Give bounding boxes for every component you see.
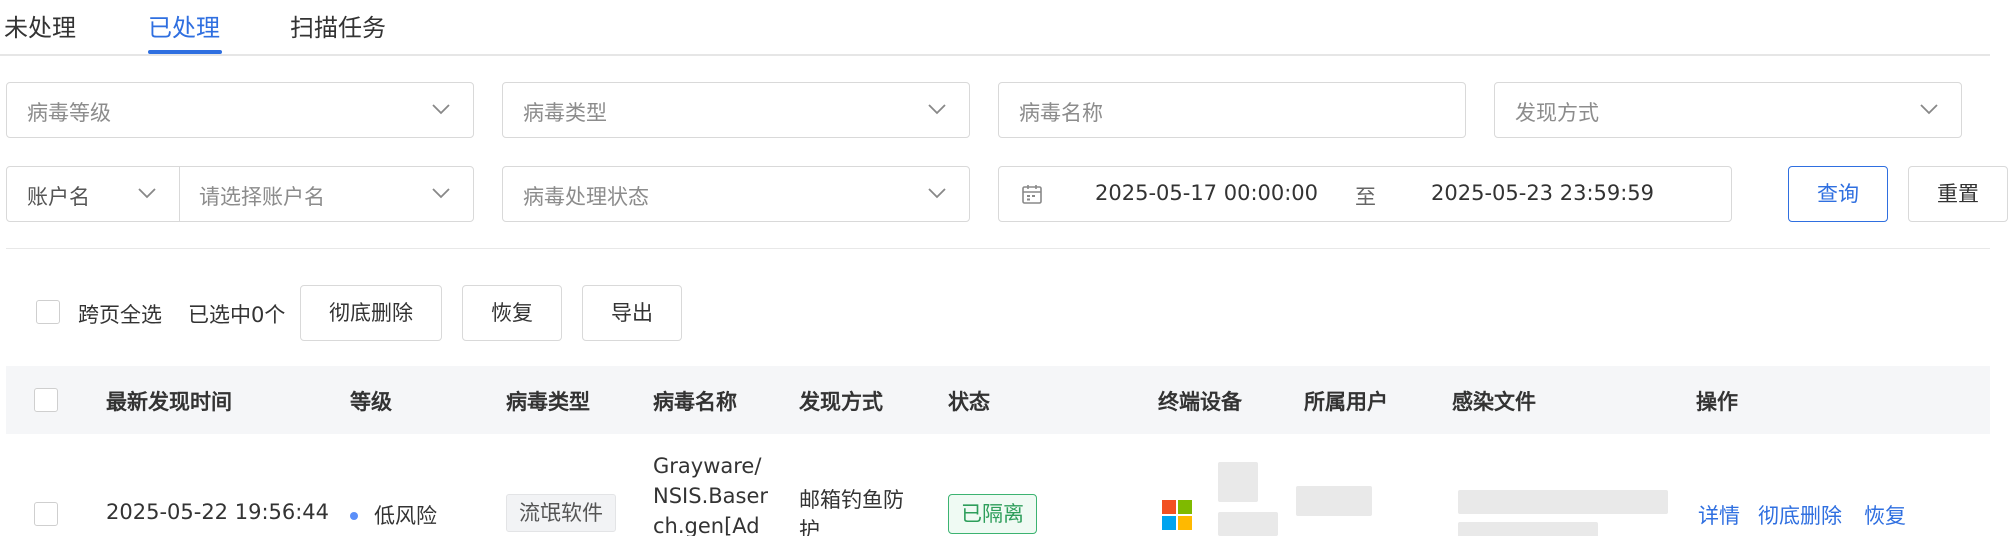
- redacted-infected-file: [1458, 490, 1668, 514]
- section-divider: [6, 248, 1990, 249]
- tab-unprocessed[interactable]: 未处理: [4, 8, 76, 43]
- export-button[interactable]: 导出: [582, 285, 682, 341]
- chevron-down-icon: [927, 186, 947, 200]
- select-all-pages-checkbox[interactable]: [36, 300, 60, 324]
- selected-count: 已选中0个: [188, 303, 286, 327]
- redacted-user: [1296, 486, 1372, 516]
- virus-name-input[interactable]: 病毒名称: [998, 82, 1466, 138]
- select-all-pages-label: 跨页全选: [78, 303, 162, 327]
- account-name-select[interactable]: 请选择账户名: [199, 181, 325, 211]
- chevron-down-icon: [137, 186, 157, 200]
- permanent-delete-button[interactable]: 彻底删除: [300, 285, 442, 341]
- virus-level-placeholder: 病毒等级: [27, 101, 111, 125]
- chevron-down-icon: [927, 102, 947, 116]
- row-checkbox[interactable]: [34, 502, 58, 526]
- detail-link[interactable]: 详情: [1698, 500, 1740, 530]
- discovery-method-placeholder: 发现方式: [1515, 101, 1599, 125]
- process-status-placeholder: 病毒处理状态: [523, 185, 649, 209]
- date-range-picker[interactable]: 2025-05-17 00:00:00 至 2025-05-23 23:59:5…: [998, 166, 1732, 222]
- chevron-down-icon: [431, 102, 451, 116]
- column-discovery-method[interactable]: 发现方式: [799, 386, 883, 416]
- date-start-value[interactable]: 2025-05-17 00:00:00: [1095, 181, 1318, 205]
- table-row: 2025-05-22 19:56:44 低风险 流氓软件 Grayware/ N…: [6, 434, 1990, 536]
- restore-button[interactable]: 恢复: [462, 285, 562, 341]
- calendar-icon: [1021, 183, 1043, 210]
- row-discovery-method-line1: 邮箱钓鱼防: [799, 488, 904, 512]
- query-button[interactable]: 查询: [1788, 166, 1888, 222]
- column-virus-type[interactable]: 病毒类型: [506, 386, 590, 416]
- windows-icon: [1162, 500, 1192, 535]
- table-header: 最新发现时间 等级 病毒类型 病毒名称 发现方式 状态 终端设备 所属用户 感染…: [6, 366, 1990, 434]
- row-restore-link[interactable]: 恢复: [1864, 500, 1906, 530]
- virus-type-tag: 流氓软件: [506, 494, 616, 532]
- redacted-device-name: [1218, 462, 1258, 502]
- tab-bar: 未处理 已处理 扫描任务: [0, 0, 1990, 56]
- redacted-device-ip: [1218, 512, 1278, 536]
- column-virus-name[interactable]: 病毒名称: [653, 386, 737, 416]
- column-actions: 操作: [1696, 390, 1738, 414]
- virus-type-placeholder: 病毒类型: [523, 101, 607, 125]
- column-terminal-device[interactable]: 终端设备: [1158, 386, 1242, 416]
- reset-button[interactable]: 重置: [1908, 166, 2008, 222]
- row-virus-name-line2: NSIS.Baser: [653, 484, 769, 508]
- field-divider: [179, 167, 180, 221]
- column-status[interactable]: 状态: [948, 386, 990, 416]
- date-end-value[interactable]: 2025-05-23 23:59:59: [1431, 181, 1654, 205]
- discovery-method-select[interactable]: 发现方式: [1494, 82, 1962, 138]
- row-permanent-delete-link[interactable]: 彻底删除: [1758, 500, 1842, 530]
- status-badge: 已隔离: [948, 494, 1037, 534]
- redacted-infected-file-path: [1458, 522, 1598, 536]
- virus-name-placeholder: 病毒名称: [1019, 101, 1103, 125]
- column-infected-file[interactable]: 感染文件: [1452, 386, 1536, 416]
- column-latest-time[interactable]: 最新发现时间: [106, 386, 232, 416]
- level-dot-icon: [350, 512, 358, 520]
- virus-level-select[interactable]: 病毒等级: [6, 82, 474, 138]
- process-status-select[interactable]: 病毒处理状态: [502, 166, 970, 222]
- chevron-down-icon: [1919, 102, 1939, 116]
- row-time: 2025-05-22 19:56:44: [106, 500, 330, 524]
- header-select-all-checkbox[interactable]: [34, 388, 58, 412]
- chevron-down-icon: [431, 186, 451, 200]
- row-virus-name-line3: ch.gen[Ad: [653, 514, 760, 536]
- row-virus-name-line1: Grayware/: [653, 454, 762, 478]
- date-separator: 至: [1355, 185, 1376, 209]
- virus-type-select[interactable]: 病毒类型: [502, 82, 970, 138]
- tab-processed[interactable]: 已处理: [148, 8, 220, 43]
- active-tab-indicator: [148, 50, 222, 54]
- account-filter: 账户名 请选择账户名: [6, 166, 474, 222]
- account-type-select[interactable]: 账户名: [27, 181, 90, 211]
- tab-scan-tasks[interactable]: 扫描任务: [290, 8, 386, 43]
- column-user[interactable]: 所属用户: [1304, 386, 1388, 416]
- row-discovery-method-line2: 护: [799, 518, 820, 536]
- row-level: 低风险: [374, 504, 437, 528]
- column-level[interactable]: 等级: [350, 386, 392, 416]
